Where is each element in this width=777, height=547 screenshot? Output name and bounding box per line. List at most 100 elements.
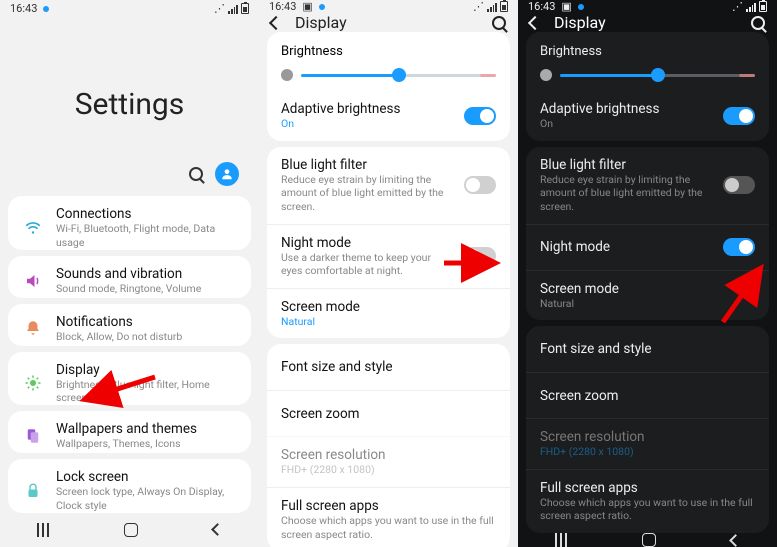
gallery-icon: ▣ xyxy=(561,0,571,13)
resolution-row[interactable]: Screen resolutionFHD+ (2280 x 1080) xyxy=(267,436,510,487)
battery-icon xyxy=(500,1,508,12)
fullscreen-row[interactable]: Full screen appsChoose which apps you wa… xyxy=(526,469,769,533)
item-sub: Reduce eye strain by limiting the amount… xyxy=(281,173,452,214)
nav-home-icon[interactable] xyxy=(124,523,138,537)
settings-item-wallpapers[interactable]: Wallpapers and themesWallpapers, Themes,… xyxy=(8,411,251,453)
item-label: Screen zoom xyxy=(540,388,755,404)
screen-mode-row[interactable]: Screen modeNatural xyxy=(267,288,510,339)
item-sub: Block, Allow, Do not disturb xyxy=(56,330,237,344)
blue-light-row[interactable]: Blue light filterReduce eye strain by li… xyxy=(267,147,510,224)
back-icon[interactable] xyxy=(269,15,283,29)
item-sub: FHD+ (2280 x 1080) xyxy=(540,445,755,459)
display-icon xyxy=(22,372,44,394)
item-sub: Reduce eye strain by limiting the amount… xyxy=(540,173,711,214)
page-title: Settings xyxy=(0,17,259,162)
lock-icon xyxy=(22,480,44,502)
item-label: Night mode xyxy=(281,235,452,251)
adaptive-brightness-row[interactable]: Adaptive brightnessOn xyxy=(526,91,769,141)
signal-icon xyxy=(228,4,238,14)
item-sub: Wi-Fi, Bluetooth, Flight mode, Data usag… xyxy=(56,222,237,249)
screen-mode-row[interactable]: Screen modeNatural xyxy=(526,270,769,321)
item-sub: Natural xyxy=(281,315,496,329)
blue-light-toggle[interactable] xyxy=(723,176,755,194)
page-title: Display xyxy=(554,13,737,32)
item-label: Adaptive brightness xyxy=(281,101,452,117)
night-mode-row[interactable]: Night modeUse a darker theme to keep you… xyxy=(267,224,510,288)
item-label: Connections xyxy=(56,206,237,222)
sun-icon xyxy=(281,69,293,81)
resolution-row[interactable]: Screen resolutionFHD+ (2280 x 1080) xyxy=(526,418,769,469)
status-bar: 16:43 ⋰ xyxy=(0,0,259,17)
wifi-icon: ⋰ xyxy=(732,0,743,13)
item-label: Screen mode xyxy=(540,281,755,297)
item-label: Blue light filter xyxy=(281,157,452,173)
item-label: Lock screen xyxy=(56,469,237,485)
item-label: Notifications xyxy=(56,314,237,330)
blue-light-toggle[interactable] xyxy=(464,176,496,194)
account-avatar-icon[interactable] xyxy=(215,162,239,186)
settings-item-connections[interactable]: ConnectionsWi-Fi, Bluetooth, Flight mode… xyxy=(8,196,251,250)
wifi-icon xyxy=(22,217,44,239)
notification-dot-icon xyxy=(578,4,584,10)
gallery-icon: ▣ xyxy=(302,0,312,13)
night-mode-row[interactable]: Night mode xyxy=(526,224,769,270)
item-label: Night mode xyxy=(540,239,711,255)
search-icon[interactable] xyxy=(751,16,765,30)
item-sub: Natural xyxy=(540,297,755,311)
item-sub: On xyxy=(540,117,711,131)
notification-dot-icon xyxy=(319,4,325,10)
status-bar: 16:43 ▣ ⋰ xyxy=(259,0,518,13)
notification-dot-icon xyxy=(43,6,49,12)
nav-home-icon[interactable] xyxy=(642,533,656,547)
brightness-slider[interactable] xyxy=(267,65,510,91)
adaptive-brightness-toggle[interactable] xyxy=(464,107,496,125)
item-sub: Choose which apps you want to use in the… xyxy=(281,514,496,541)
item-label: Blue light filter xyxy=(540,157,711,173)
nav-recents-icon[interactable] xyxy=(37,523,49,537)
zoom-row[interactable]: Screen zoom xyxy=(526,372,769,418)
item-label: Screen resolution xyxy=(540,429,755,445)
screen-settings: 16:43 ⋰ Settings ConnectionsWi-Fi, Bluet… xyxy=(0,0,259,547)
battery-icon xyxy=(241,3,249,14)
font-row[interactable]: Font size and style xyxy=(267,344,510,390)
nav-back-icon[interactable] xyxy=(211,523,224,536)
status-bar: 16:43 ▣ ⋰ xyxy=(518,0,777,13)
item-label: Font size and style xyxy=(540,341,755,357)
settings-item-sounds[interactable]: Sounds and vibrationSound mode, Ringtone… xyxy=(8,256,251,298)
night-mode-toggle[interactable] xyxy=(723,238,755,256)
zoom-row[interactable]: Screen zoom xyxy=(267,390,510,436)
item-label: Display xyxy=(56,362,237,378)
settings-item-notifications[interactable]: NotificationsBlock, Allow, Do not distur… xyxy=(8,304,251,346)
blue-light-row[interactable]: Blue light filterReduce eye strain by li… xyxy=(526,147,769,224)
status-time: 16:43 xyxy=(269,0,296,13)
nav-recents-icon[interactable] xyxy=(555,533,567,547)
item-label: Sounds and vibration xyxy=(56,266,237,282)
item-label: Full screen apps xyxy=(540,480,755,496)
fullscreen-row[interactable]: Full screen appsChoose which apps you wa… xyxy=(267,487,510,547)
status-time: 16:43 xyxy=(10,2,37,15)
brightness-slider[interactable] xyxy=(526,65,769,91)
font-row[interactable]: Font size and style xyxy=(526,326,769,372)
search-icon[interactable] xyxy=(492,16,506,30)
item-sub: Use a darker theme to keep your eyes com… xyxy=(281,251,452,278)
signal-icon xyxy=(746,2,756,12)
settings-item-lock[interactable]: Lock screenScreen lock type, Always On D… xyxy=(8,459,251,513)
night-mode-toggle[interactable] xyxy=(464,247,496,265)
bell-icon xyxy=(22,317,44,339)
wifi-icon: ⋰ xyxy=(214,2,225,15)
adaptive-brightness-toggle[interactable] xyxy=(723,107,755,125)
nav-bar xyxy=(518,533,777,547)
brightness-title: Brightness xyxy=(267,32,510,65)
nav-bar xyxy=(0,513,259,547)
settings-item-display[interactable]: DisplayBrightness, Blue light filter, Ho… xyxy=(8,352,251,406)
adaptive-brightness-row[interactable]: Adaptive brightnessOn xyxy=(267,91,510,141)
nav-back-icon[interactable] xyxy=(729,534,742,547)
item-label: Adaptive brightness xyxy=(540,101,711,117)
item-label: Font size and style xyxy=(281,359,496,375)
back-icon[interactable] xyxy=(528,15,542,29)
palette-icon xyxy=(22,425,44,447)
item-sub: Brightness, Blue light filter, Home scre… xyxy=(56,378,237,405)
item-label: Screen mode xyxy=(281,299,496,315)
brightness-title: Brightness xyxy=(526,32,769,65)
search-icon[interactable] xyxy=(189,167,203,181)
